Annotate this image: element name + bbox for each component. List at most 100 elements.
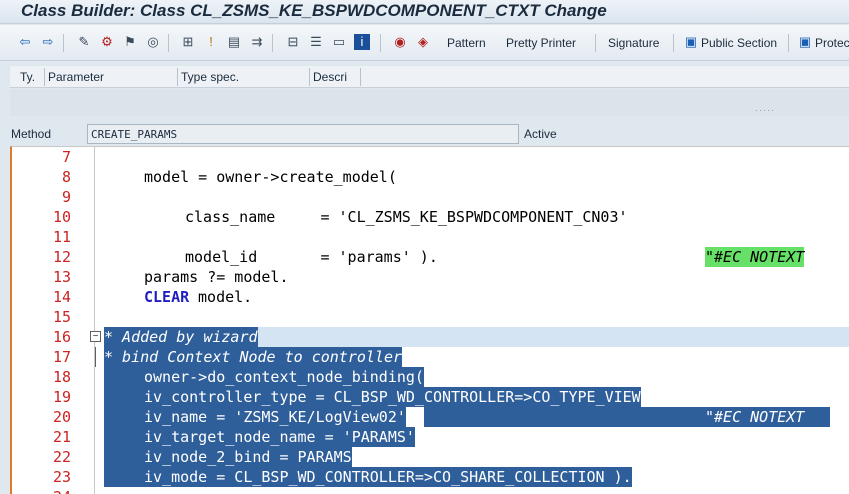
- column-header-ty[interactable]: Ty.: [20, 69, 35, 86]
- code-line[interactable]: 7: [12, 147, 849, 167]
- signature-button[interactable]: Signature: [608, 35, 659, 51]
- code-indent: [104, 447, 150, 467]
- toolbar-separator: [272, 34, 273, 52]
- method-label: Method: [11, 127, 52, 141]
- line-number: 14: [52, 288, 71, 306]
- code-line[interactable]: 12 model_id = 'params' ). "#EC NOTEXT: [12, 247, 849, 267]
- code-comment: * bind Context Node to controller: [104, 347, 403, 367]
- toolbar-separator: [168, 34, 169, 52]
- code-line[interactable]: 20 iv_name = 'ZSMS_KE/LogView02' "#EC NO…: [12, 407, 849, 427]
- pretty-printer-button[interactable]: Pretty Printer: [506, 35, 576, 51]
- code-line[interactable]: 10 class_name = 'CL_ZSMS_KE_BSPWDCOMPONE…: [12, 207, 849, 227]
- section-icon: ▣: [798, 34, 812, 49]
- line-number: 24: [12, 487, 71, 494]
- code-line[interactable]: 9: [12, 187, 849, 207]
- line-number: 10: [52, 208, 71, 226]
- line-number: 21: [52, 428, 71, 446]
- code-text: iv_mode = CL_BSP_WD_CONTROLLER=>CO_SHARE…: [144, 467, 632, 487]
- title-bar: Class Builder: Class CL_ZSMS_KE_BSPWDCOM…: [0, 0, 849, 24]
- column-header-description[interactable]: Descri: [313, 69, 347, 86]
- line-number: 12: [52, 248, 71, 266]
- code-editor[interactable]: 7 8 model = owner->create_model( 9 10 cl…: [10, 146, 849, 494]
- back-arrow-icon[interactable]: ⇦: [17, 34, 33, 50]
- code-text: params ?= model.: [144, 268, 289, 286]
- pragma-comment: "#EC NOTEXT: [705, 407, 805, 427]
- where-used-icon[interactable]: ◎: [145, 34, 161, 50]
- column-separator: [360, 68, 361, 86]
- window-title: Class Builder: Class CL_ZSMS_KE_BSPWDCOM…: [21, 1, 607, 20]
- code-line[interactable]: 18 owner->do_context_node_binding(: [12, 367, 849, 387]
- line-number: 23: [52, 468, 71, 486]
- line-number: 11: [52, 228, 71, 246]
- info-icon[interactable]: ǃ: [203, 34, 219, 50]
- paste-icon[interactable]: ◈: [415, 34, 431, 50]
- navigate-icon[interactable]: ▤: [226, 34, 242, 50]
- keyword: CLEAR: [144, 288, 190, 306]
- column-header-parameter[interactable]: Parameter: [48, 69, 104, 86]
- toolbar-separator: [63, 34, 64, 52]
- copy-icon[interactable]: ◉: [392, 34, 408, 50]
- parameter-table-body[interactable]: [10, 89, 849, 116]
- activate-icon[interactable]: ⚑: [122, 34, 138, 50]
- application-toolbar: ⇦ ⇨ ✎ ⚙ ⚑ ◎ ⊞ ǃ ▤ ⇉ ⊟ ☰ ▭ i ◉ ◈ Pattern …: [0, 25, 849, 61]
- column-separator: [177, 68, 178, 86]
- code-line[interactable]: 17 * bind Context Node to controller: [12, 347, 849, 367]
- column-header-type-spec[interactable]: Type spec.: [181, 69, 239, 86]
- code-line[interactable]: 14 CLEAR model.: [12, 287, 849, 307]
- fold-guide: [95, 347, 101, 367]
- other-object-icon[interactable]: ⚙: [99, 34, 115, 50]
- code-line[interactable]: 13 params ?= model.: [12, 267, 849, 287]
- fold-toggle-icon[interactable]: −: [90, 331, 101, 342]
- code-line[interactable]: 11: [12, 227, 849, 247]
- line-number: 19: [52, 388, 71, 406]
- line-number: 7: [61, 148, 71, 166]
- line-number: 16: [52, 328, 71, 346]
- hierarchy-icon[interactable]: ⊞: [180, 34, 196, 50]
- line-number: 22: [52, 448, 71, 466]
- column-separator: [44, 68, 45, 86]
- code-text: model_id = 'params' ).: [185, 248, 438, 266]
- public-section-button[interactable]: Public Section: [701, 35, 777, 51]
- code-line[interactable]: 22 iv_node_2_bind = PARAMS: [12, 447, 849, 467]
- method-status: Active: [524, 127, 557, 141]
- section-icon: ▣: [684, 34, 698, 49]
- column-separator: [309, 68, 310, 86]
- line-number: 18: [52, 368, 71, 386]
- line-number: 20: [52, 408, 71, 426]
- method-name-field[interactable]: CREATE_PARAMS: [87, 124, 519, 144]
- help-icon[interactable]: i: [354, 34, 370, 50]
- code-text: class_name = 'CL_ZSMS_KE_BSPWDCOMPONENT_…: [185, 208, 628, 226]
- pragma-comment: "#EC NOTEXT: [705, 247, 805, 267]
- display-change-icon[interactable]: ✎: [76, 34, 92, 50]
- block-icon[interactable]: ▭: [331, 34, 347, 50]
- code-indent: [104, 427, 150, 447]
- list-icon[interactable]: ☰: [308, 34, 324, 50]
- line-number: 8: [61, 168, 71, 186]
- code-line[interactable]: 24: [12, 487, 849, 494]
- code-indent: [104, 467, 150, 487]
- code-indent: [104, 367, 150, 387]
- splitter-grip[interactable]: ·····: [755, 105, 775, 115]
- line-number: 13: [52, 268, 71, 286]
- code-line[interactable]: 16 − * Added by wizard: [12, 327, 849, 347]
- code-line[interactable]: 21 iv_target_node_name = 'PARAMS': [12, 427, 849, 447]
- pattern-button[interactable]: Pattern: [447, 35, 486, 51]
- code-indent: [104, 387, 150, 407]
- code-line[interactable]: 15: [12, 307, 849, 327]
- protected-section-button[interactable]: Protec: [815, 35, 849, 51]
- line-number: 17: [52, 348, 71, 366]
- code-line[interactable]: 19 iv_controller_type = CL_BSP_WD_CONTRO…: [12, 387, 849, 407]
- forward-arrow-icon[interactable]: ⇨: [40, 34, 56, 50]
- toolbar-separator: [595, 34, 596, 52]
- line-number: 15: [52, 308, 71, 326]
- insert-icon[interactable]: ⇉: [249, 34, 265, 50]
- code-text: owner->do_context_node_binding(: [144, 367, 424, 387]
- code-comment: * Added by wizard: [104, 327, 258, 347]
- method-bar: Method CREATE_PARAMS Active: [0, 122, 849, 146]
- code-text: iv_node_2_bind = PARAMS: [144, 447, 352, 467]
- code-line[interactable]: 8 model = owner->create_model(: [12, 167, 849, 187]
- layout-icon[interactable]: ⊟: [285, 34, 301, 50]
- code-line[interactable]: 23 iv_mode = CL_BSP_WD_CONTROLLER=>CO_SH…: [12, 467, 849, 487]
- toolbar-separator: [788, 34, 789, 52]
- parameter-table-header: Ty. Parameter Type spec. Descri: [10, 66, 849, 88]
